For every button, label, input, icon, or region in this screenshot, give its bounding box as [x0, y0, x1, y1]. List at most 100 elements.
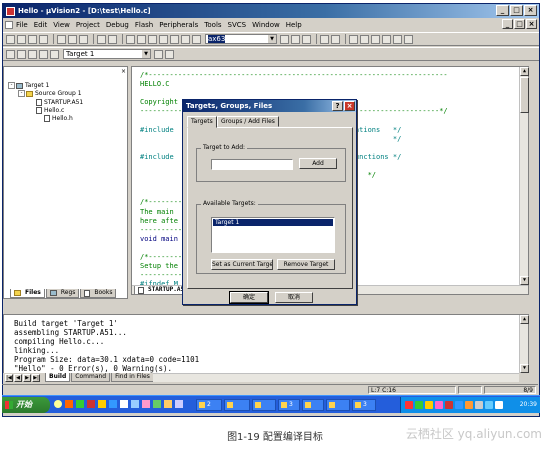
close-button[interactable]: × [524, 5, 537, 16]
help-button[interactable]: ? [332, 101, 343, 111]
save-all-icon[interactable] [39, 34, 48, 44]
menu-flash[interactable]: Flash [135, 21, 153, 29]
quick-launch-icon[interactable] [153, 400, 161, 408]
translate-icon[interactable] [6, 49, 15, 59]
quick-launch-icon[interactable] [76, 400, 84, 408]
prev-tab-button[interactable]: ◀ [14, 374, 22, 382]
tab-files[interactable]: Files [10, 289, 45, 298]
quick-launch-icon[interactable] [65, 400, 73, 408]
mdi-restore-button[interactable]: □ [514, 19, 525, 29]
chevron-down-icon[interactable]: ▼ [142, 50, 150, 58]
memory-icon[interactable] [382, 34, 391, 44]
bookmark-icon[interactable] [126, 34, 135, 44]
tab-targets[interactable]: Targets [187, 116, 217, 128]
output-window-icon[interactable] [371, 34, 380, 44]
mdi-close-button[interactable]: × [526, 19, 537, 29]
tray-icon[interactable] [465, 401, 473, 409]
quick-launch-icon[interactable] [164, 400, 172, 408]
collapse-icon[interactable]: - [18, 90, 25, 97]
browse-icon[interactable] [302, 34, 311, 44]
target-combo[interactable]: Target 1 ▼ [63, 49, 151, 59]
collapse-icon[interactable]: - [8, 82, 15, 89]
menu-svcs[interactable]: SVCS [228, 21, 247, 29]
quick-launch-icon[interactable] [109, 400, 117, 408]
taskbar-item[interactable]: 3 [278, 399, 300, 411]
output-vertical-scrollbar[interactable]: ▲ ▼ [519, 315, 529, 373]
tree-file-startup[interactable]: STARTUP.A51 [36, 99, 83, 106]
scroll-down-button[interactable]: ▼ [520, 276, 529, 285]
dialog-close-button[interactable]: × [344, 101, 355, 111]
cut-icon[interactable] [57, 34, 66, 44]
tray-icon[interactable] [485, 401, 493, 409]
quick-launch-icon[interactable] [120, 400, 128, 408]
options-icon[interactable] [404, 34, 413, 44]
list-item[interactable]: Target 1 [213, 219, 333, 226]
copy-icon[interactable] [68, 34, 77, 44]
chevron-down-icon[interactable]: ▼ [268, 35, 276, 43]
new-file-icon[interactable] [6, 34, 15, 44]
quick-launch-icon[interactable] [87, 400, 95, 408]
tab-groups-add-files[interactable]: Groups / Add Files [217, 116, 279, 127]
tools-icon[interactable] [393, 34, 402, 44]
file-extensions-icon[interactable] [165, 49, 174, 59]
start-button[interactable]: 开始 [2, 397, 50, 413]
taskbar-item[interactable] [302, 399, 324, 411]
quick-launch-icon[interactable] [142, 400, 150, 408]
taskbar-item[interactable] [326, 399, 350, 411]
tree-group[interactable]: - Source Group 1 [18, 90, 82, 97]
find-icon[interactable] [192, 34, 201, 44]
menu-window[interactable]: Window [252, 21, 280, 29]
quick-launch-icon[interactable] [54, 400, 62, 408]
tree-file-hello-c[interactable]: Hello.c [36, 107, 64, 114]
menu-tools[interactable]: Tools [204, 21, 221, 29]
menu-view[interactable]: View [53, 21, 70, 29]
tab-find-in-files[interactable]: Find in Files [111, 373, 154, 382]
output-horizontal-scrollbar[interactable] [153, 373, 519, 382]
taskbar-item[interactable] [224, 399, 250, 411]
taskbar-item[interactable]: 2 [196, 399, 222, 411]
target-to-add-input[interactable] [211, 159, 293, 170]
window-icon[interactable] [349, 34, 358, 44]
first-tab-button[interactable]: |◀ [5, 374, 13, 382]
ok-button[interactable]: 确定 [229, 291, 269, 304]
outdent-icon[interactable] [181, 34, 190, 44]
bookmark-next-icon[interactable] [148, 34, 157, 44]
last-tab-button[interactable]: ▶| [32, 374, 40, 382]
quick-launch-icon[interactable] [175, 400, 183, 408]
cancel-button[interactable]: 取消 [275, 292, 313, 303]
stop-build-icon[interactable] [39, 49, 48, 59]
dialog-title-bar[interactable]: Targets, Groups, Files ? × [183, 100, 356, 112]
menu-peripherals[interactable]: Peripherals [159, 21, 198, 29]
open-folder-icon[interactable] [17, 34, 26, 44]
binoculars-icon[interactable] [280, 34, 289, 44]
maximize-button[interactable]: □ [510, 5, 523, 16]
add-button[interactable]: Add [299, 158, 337, 169]
undo-icon[interactable] [97, 34, 106, 44]
tray-icon[interactable] [455, 401, 463, 409]
mdi-minimize-button[interactable]: _ [502, 19, 513, 29]
tray-icon[interactable] [425, 401, 433, 409]
scroll-down-button[interactable]: ▼ [520, 364, 529, 373]
tray-icon[interactable] [445, 401, 453, 409]
indent-icon[interactable] [170, 34, 179, 44]
zoom-icon[interactable] [331, 34, 340, 44]
tab-build[interactable]: Build [45, 373, 71, 382]
quick-launch-icon[interactable] [98, 400, 106, 408]
editor-vertical-scrollbar[interactable]: ▲ ▼ [519, 67, 529, 285]
tray-icon[interactable] [405, 401, 413, 409]
menu-project[interactable]: Project [76, 21, 100, 29]
taskbar-item[interactable] [252, 399, 276, 411]
minimize-button[interactable]: _ [496, 5, 509, 16]
close-icon[interactable]: × [121, 68, 126, 75]
bookmark-prev-icon[interactable] [137, 34, 146, 44]
tray-icon[interactable] [415, 401, 423, 409]
menu-debug[interactable]: Debug [106, 21, 129, 29]
tab-books[interactable]: Books [80, 289, 117, 298]
tree-file-hello-h[interactable]: Hello.h [44, 115, 73, 122]
scroll-up-button[interactable]: ▲ [520, 67, 529, 76]
tab-command[interactable]: Command [71, 373, 111, 382]
download-icon[interactable] [50, 49, 59, 59]
set-as-current-target-button[interactable]: Set as Current Target [211, 259, 273, 270]
tab-regs[interactable]: Regs [45, 289, 80, 298]
menu-help[interactable]: Help [286, 21, 302, 29]
